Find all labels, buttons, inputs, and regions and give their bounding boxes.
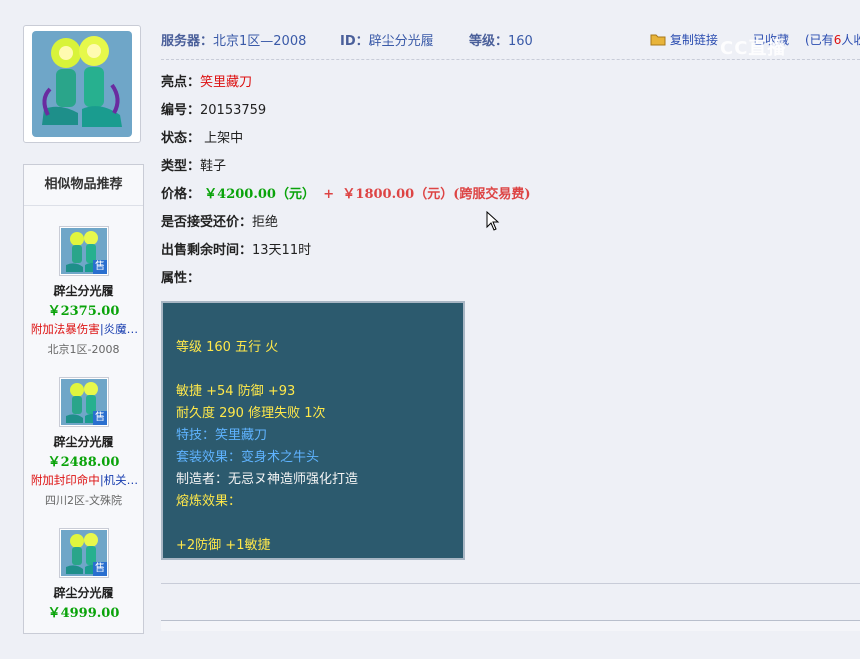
attributes-row: 属性：: [161, 267, 200, 286]
level-value: 160: [508, 34, 533, 49]
rec-price: ￥2488.00: [47, 455, 120, 470]
attr-set: 套装效果：变身术之牛头: [176, 450, 320, 465]
server-label: 服务器：: [161, 34, 214, 49]
sidebar-title: 相似物品推荐: [24, 165, 143, 206]
favorite-count: (已有6人收: [805, 31, 860, 48]
sale-badge: 售: [93, 562, 107, 576]
attr-smelt: 熔炼效果：: [176, 494, 242, 509]
folder-link-icon: [650, 34, 666, 46]
rec-name[interactable]: 辟尘分光履: [24, 282, 143, 299]
rec-thumb[interactable]: 售: [59, 528, 109, 578]
id-label: ID：: [340, 34, 369, 49]
fav-prefix: (已有: [805, 33, 834, 47]
rec-name[interactable]: 辟尘分光履: [24, 584, 143, 601]
attributes-label: 属性：: [161, 271, 201, 286]
type-label: 类型：: [161, 159, 201, 174]
rec-attr-blue: |炎魔…: [99, 322, 139, 336]
rec-attr-red: 附加法暴伤害: [30, 322, 100, 336]
bottom-panel: [161, 620, 860, 631]
rec-price: ￥4999.00: [47, 606, 120, 621]
id-info: ID：辟尘分光履: [340, 30, 434, 49]
price-row: 价格： ￥4200.00（元） + ￥1800.00（元）(跨服交易费): [161, 183, 531, 202]
attr-stats: 敏捷 +54 防御 +93: [176, 384, 296, 399]
boots-icon: [32, 31, 132, 137]
remaining-time-row: 出售剩余时间：13天11时: [161, 239, 311, 258]
type-value: 鞋子: [200, 159, 227, 174]
watermark: CC直播: [720, 38, 787, 59]
serial-value: 20153759: [200, 103, 267, 118]
price-plus: +: [323, 187, 335, 202]
highlight-value: 笑里藏刀: [200, 75, 253, 90]
rec-thumb[interactable]: 售: [59, 226, 109, 276]
counter-offer-row: 是否接受还价：拒绝: [161, 211, 278, 230]
rec-server: 四川2区-文殊院: [45, 494, 122, 507]
rec-price: ￥2375.00: [47, 304, 120, 319]
similar-items-sidebar: 相似物品推荐 售 辟尘分光履 ￥2375.00 附加法暴伤害|炎魔… 北京1区-…: [23, 164, 144, 634]
server-info: 服务器：北京1区—2008: [161, 30, 306, 49]
status-label: 状态：: [161, 131, 201, 146]
id-value: 辟尘分光履: [368, 34, 434, 49]
remaining-time-label: 出售剩余时间：: [161, 243, 253, 258]
highlight-row: 亮点：笑里藏刀: [161, 71, 252, 90]
status-row: 状态： 上架中: [161, 127, 243, 146]
rec-attr-blue: |机关…: [99, 473, 139, 487]
rec-attr-red: 附加封印命中: [30, 473, 100, 487]
rec-name[interactable]: 辟尘分光履: [24, 433, 143, 450]
price-fee: ￥1800.00（元）(跨服交易费): [342, 187, 531, 202]
sale-badge: 售: [93, 260, 107, 274]
fav-suffix: 人收: [841, 33, 860, 47]
remaining-time-value: 13天11时: [252, 243, 312, 258]
attr-smelt-bonus: +2防御 +1敏捷: [176, 538, 271, 553]
sale-badge: 售: [93, 411, 107, 425]
attr-maker: 制造者：无忌ヌ神造师强化打造: [176, 472, 359, 487]
rec-item[interactable]: 售 辟尘分光履 ￥2375.00 附加法暴伤害|炎魔… 北京1区-2008: [24, 206, 143, 357]
attr-level: 等级 160 五行 火: [176, 340, 279, 355]
copy-link-label: 复制链接: [669, 33, 718, 47]
rec-attributes: 附加法暴伤害|炎魔…: [24, 321, 145, 337]
divider: [161, 583, 860, 584]
serial-label: 编号：: [161, 103, 201, 118]
highlight-label: 亮点：: [161, 75, 201, 90]
mouse-cursor-icon: [486, 211, 500, 231]
item-image: [23, 25, 141, 143]
type-row: 类型：鞋子: [161, 155, 226, 174]
attr-durability: 耐久度 290 修理失败 1次: [176, 406, 326, 421]
level-label: 等级：: [469, 34, 509, 49]
attr-skill: 特技：笑里藏刀: [176, 428, 268, 443]
rec-server: 北京1区-2008: [47, 343, 120, 356]
server-value: 北京1区—2008: [213, 34, 307, 49]
counter-offer-value: 拒绝: [252, 215, 279, 230]
copy-link-button[interactable]: 复制链接: [650, 31, 718, 48]
price-label: 价格：: [161, 187, 201, 202]
level-info: 等级：160: [469, 30, 533, 49]
rec-attributes: 附加封印命中|机关…: [24, 472, 145, 488]
status-value: 上架中: [204, 131, 244, 146]
counter-offer-label: 是否接受还价：: [161, 215, 253, 230]
rec-item[interactable]: 售 辟尘分光履 ￥4999.00: [24, 508, 143, 659]
price-main: ￥4200.00（元）: [204, 187, 315, 202]
attribute-panel: 等级 160 五行 火 敏捷 +54 防御 +93 耐久度 290 修理失败 1…: [161, 301, 465, 560]
serial-row: 编号：20153759: [161, 99, 266, 118]
rec-item[interactable]: 售 辟尘分光履 ￥2488.00 附加封印命中|机关… 四川2区-文殊院: [24, 357, 143, 508]
rec-thumb[interactable]: 售: [59, 377, 109, 427]
